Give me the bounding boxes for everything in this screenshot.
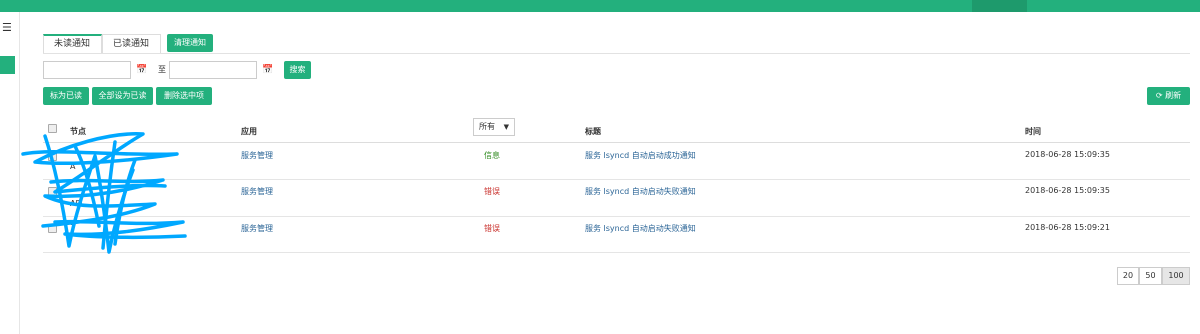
mark-all-read-button[interactable]: 全部设为已读 [92,87,153,105]
row-title[interactable]: 服务 lsyncd 自动启动失败通知 [585,186,696,197]
start-date-input[interactable] [43,61,131,79]
row-level: 错误 [484,187,500,196]
end-date-input[interactable] [169,61,257,79]
refresh-label: 刷新 [1165,91,1182,100]
sidebar-active-item[interactable] [0,56,15,74]
row-divider [43,252,1190,253]
row-app[interactable]: 服务管理 [241,150,273,161]
top-header-bar [0,0,1200,12]
row-app[interactable]: 服务管理 [241,223,273,234]
page-size-50[interactable]: 50 [1139,267,1162,285]
row-time: 2018-06-28 15:09:35 [1025,186,1110,195]
column-header-title[interactable]: 标题 [585,126,601,137]
clear-notifications-button[interactable]: 清理通知 [167,34,213,52]
chevron-down-icon: ▼ [503,123,509,131]
row-title[interactable]: 服务 lsyncd 自动启动失败通知 [585,223,696,234]
row-divider [43,216,1190,217]
column-header-app[interactable]: 应用 [241,126,257,137]
row-level: 信息 [484,151,500,160]
search-button[interactable]: 搜索 [284,61,311,79]
header-active-segment[interactable] [972,0,1027,12]
column-header-time[interactable]: 时间 [1025,126,1041,137]
page-size-100[interactable]: 100 [1162,267,1190,285]
row-title[interactable]: 服务 lsyncd 自动启动成功通知 [585,150,696,161]
row-time: 2018-06-28 15:09:35 [1025,150,1110,159]
tab-unread[interactable]: 未读通知 [43,34,102,54]
calendar-icon[interactable]: 📅 [134,61,150,79]
tab-unread-label: 未读通知 [54,39,91,49]
menu-icon[interactable]: ☰ [2,22,12,33]
row-app[interactable]: 服务管理 [241,186,273,197]
tabs-divider [43,53,1190,54]
row-divider [43,179,1190,180]
redaction-scribble [21,132,187,254]
refresh-button[interactable]: ⟳ 刷新 [1147,87,1190,105]
row-level: 错误 [484,224,500,233]
mark-read-button[interactable]: 标为已读 [43,87,89,105]
tab-read-label: 已读通知 [113,39,150,49]
row-time: 2018-06-28 15:09:21 [1025,223,1110,232]
refresh-icon: ⟳ [1155,91,1163,100]
table-header [43,118,1190,143]
level-filter-value: 所有 [479,122,495,131]
delete-selected-button[interactable]: 删除选中项 [156,87,212,105]
level-filter-select[interactable]: 所有 ▼ [473,118,515,136]
tab-read[interactable]: 已读通知 [102,34,161,54]
page-size-20[interactable]: 20 [1117,267,1139,285]
calendar-icon[interactable]: 📅 [260,61,276,79]
date-range-separator: 至 [158,65,166,74]
